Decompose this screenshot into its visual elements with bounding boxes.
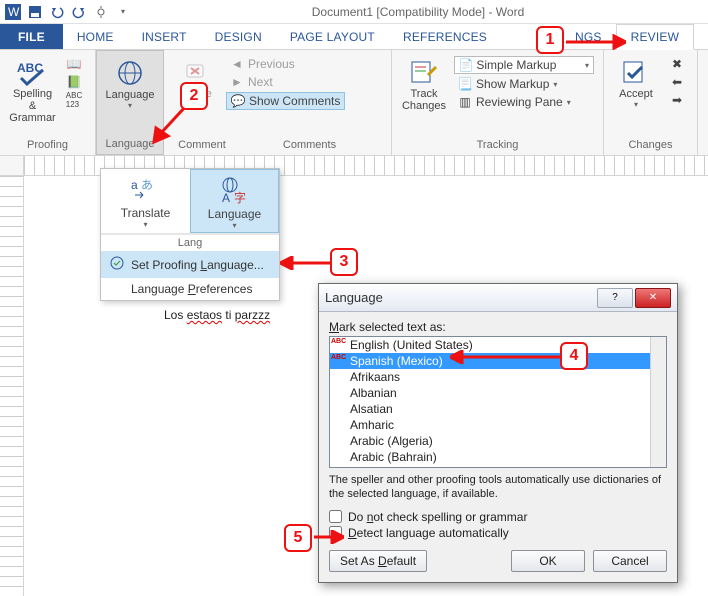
show-comments-button[interactable]: 💬Show Comments [226,92,345,110]
next-change-button[interactable]: ➡ [666,92,688,108]
chevron-down-icon: ▾ [128,101,132,110]
spelling-grammar-label: Spelling & Grammar [9,88,55,124]
touch-mode-icon[interactable] [92,3,110,21]
tab-design[interactable]: DESIGN [201,24,276,49]
markup-icon: 📄 [459,58,473,72]
tab-home[interactable]: HOME [63,24,128,49]
previous-icon: ◄ [230,57,244,71]
callout-1: 1 [536,26,564,54]
list-item[interactable]: Albanian [330,385,666,401]
ok-button[interactable]: OK [511,550,585,572]
spellcheck-icon: ABC [17,56,49,88]
language-submenu-button[interactable]: A字 Language ▾ [190,169,279,233]
dialog-help-text: The speller and other proofing tools aut… [329,474,667,502]
reject-icon: ✖ [670,57,684,71]
proofing-group-label: Proofing [6,137,89,155]
callout-5: 5 [284,524,312,552]
save-icon[interactable] [26,3,44,21]
cancel-button[interactable]: Cancel [593,550,667,572]
list-item[interactable]: Arabic (Algeria) [330,433,666,449]
reviewing-pane-icon: ▥ [458,95,472,109]
svg-text:A: A [222,191,230,204]
comments-group-label: Comments [234,137,385,155]
help-button[interactable]: ? [597,288,633,308]
list-item[interactable]: Amharic [330,417,666,433]
book-icon: 📖 [67,57,81,71]
language-preferences-menuitem[interactable]: Language Preferences [101,278,279,300]
define-button[interactable]: 📖 [63,56,85,72]
tab-file[interactable]: FILE [0,24,63,49]
next-comment-button: ►Next [226,74,345,90]
callout-4: 4 [560,342,588,370]
svg-text:W: W [8,5,20,19]
vertical-ruler[interactable] [0,176,24,596]
redo-icon[interactable] [70,3,88,21]
spelling-grammar-button[interactable]: ABC Spelling & Grammar [6,52,59,124]
prev-change-icon: ⬅ [670,75,684,89]
prev-change-button[interactable]: ⬅ [666,74,688,90]
show-markup-button[interactable]: 📃Show Markup ▾ [454,76,594,92]
window-title: Document1 [Compatibility Mode] - Word [132,5,704,19]
undo-icon[interactable] [48,3,66,21]
misspelled-word[interactable]: parzzz [235,308,270,322]
svg-text:字: 字 [234,190,246,204]
callout-2: 2 [180,82,208,110]
comments-icon: 💬 [231,94,245,108]
misspelled-word[interactable]: estaos [187,308,222,322]
svg-text:a: a [131,178,138,192]
next-change-icon: ➡ [670,93,684,107]
svg-text:あ: あ [141,178,153,192]
language-dropdown-popup: aあ Translate ▾ A字 Language ▾ Lang Set Pr… [100,168,280,301]
dialog-title: Language [325,290,595,305]
chevron-down-icon: ▾ [634,100,638,109]
tab-references[interactable]: REFERENCES [389,24,501,49]
accept-label: Accept [619,88,653,100]
tab-review[interactable]: REVIEW [616,24,695,50]
document-text[interactable]: Los estaos ti parzzz [164,306,270,323]
proofing-icon [109,255,125,274]
language-group-label: Language [103,136,157,154]
list-item[interactable]: Alsatian [330,401,666,417]
mark-selected-label: Mark selected text as: [329,320,667,334]
close-button[interactable]: ✕ [635,288,671,308]
display-for-review-select[interactable]: 📄 Simple Markup▾ [454,56,594,74]
tab-page-layout[interactable]: PAGE LAYOUT [276,24,389,49]
detect-language-checkbox[interactable]: Detect language automatically [329,526,667,540]
list-item[interactable]: Afrikaans [330,369,666,385]
ruler-corner [0,156,24,175]
show-markup-icon: 📃 [458,77,472,91]
accept-button[interactable]: Accept ▾ [610,52,662,109]
thesaurus-icon: 📗 [67,75,81,89]
set-proofing-language-menuitem[interactable]: Set Proofing Language... [101,251,279,278]
track-changes-icon [410,56,438,88]
set-as-default-button[interactable]: Set As Default [329,550,427,572]
list-item[interactable]: Arabic (Bahrain) [330,449,666,465]
tab-insert[interactable]: INSERT [128,24,201,49]
language-dialog: Language ? ✕ Mark selected text as: Engl… [318,283,678,583]
wordcount-button[interactable]: ABC123 [63,92,85,108]
lang-group-label: Lang [101,234,279,251]
callout-3: 3 [330,248,358,276]
word-icon: W [4,3,22,21]
previous-comment-button: ◄Previous [226,56,345,72]
track-changes-label: Track Changes [402,88,446,112]
language-icon [117,57,143,89]
wordcount-icon: ABC123 [67,93,81,107]
no-check-checkbox[interactable]: Do not check spelling or grammar [329,510,667,524]
thesaurus-button[interactable]: 📗 [63,74,85,90]
translate-icon: aあ [131,175,161,206]
language-button[interactable]: Language ▾ [103,53,157,110]
reject-button[interactable]: ✖ [666,56,688,72]
track-changes-button[interactable]: Track Changes [398,52,450,112]
listbox-scrollbar[interactable] [650,337,666,467]
qat-customize-icon[interactable]: ▾ [114,3,132,21]
language-label: Language [106,89,155,101]
tracking-group-label: Tracking [398,137,597,155]
next-icon: ► [230,75,244,89]
reviewing-pane-button[interactable]: ▥Reviewing Pane ▾ [454,94,594,110]
changes-group-label: Changes [610,137,691,155]
accept-icon [622,56,650,88]
translate-button[interactable]: aあ Translate ▾ [101,169,190,233]
language-globe-icon: A字 [220,176,250,207]
